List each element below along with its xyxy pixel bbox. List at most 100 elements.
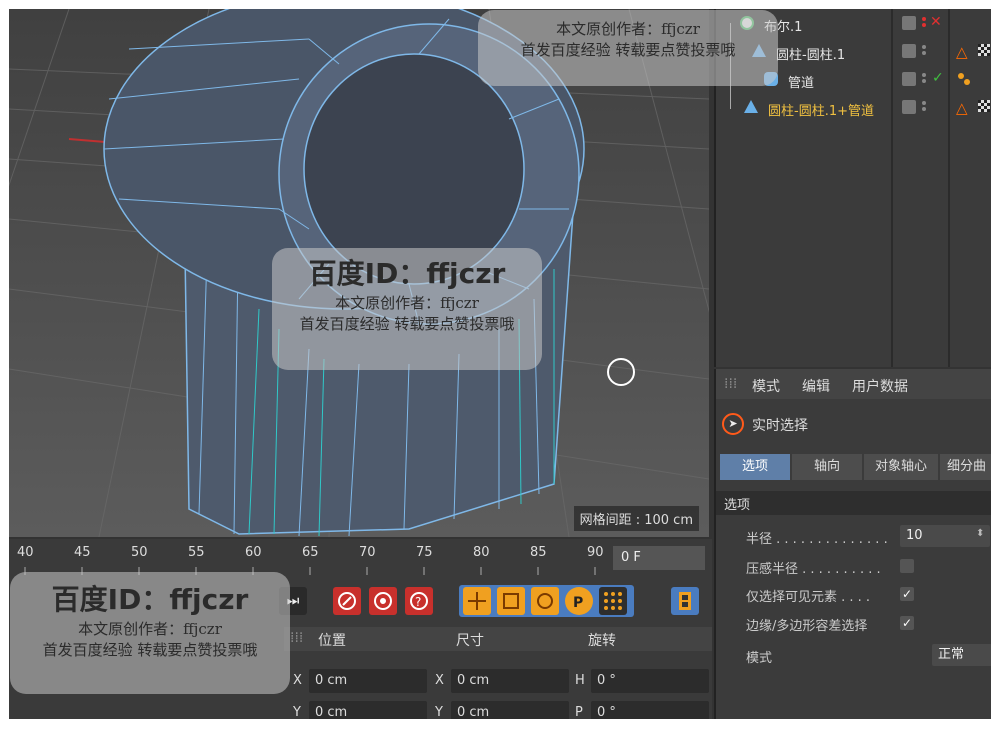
header-rotation: 旋转	[588, 633, 616, 649]
pressure-radius-label: 压感半径 . . . . . . . . . .	[746, 562, 881, 577]
visible-only-label: 仅选择可见元素 . . . .	[746, 590, 871, 605]
attribute-manager: ⁞⁞⁞ 模式 编辑 用户数据 ➤ 实时选择 选项 轴向 对象轴心 细分曲 选项 …	[714, 369, 991, 719]
watermark-id: 百度ID：ffjczr	[51, 583, 249, 616]
menu-user-data[interactable]: 用户数据	[852, 376, 908, 396]
header-position: 位置	[318, 633, 346, 649]
coordinate-row: Y 0 cm Y 0 cm P 0 °	[289, 701, 709, 719]
attribute-menu-bar: ⁞⁞⁞ 模式 编辑 用户数据	[716, 369, 991, 399]
timeline-tick: 40	[17, 545, 34, 560]
polygon-tolerance-checkbox[interactable]: ✓	[900, 616, 914, 630]
timeline-tick: 60	[245, 545, 262, 560]
watermark-slogan: 首发百度经验 转载要点赞投票哦	[299, 315, 515, 333]
watermark-author: 本文原创作者：ffjczr	[335, 294, 479, 312]
film-strip-icon[interactable]	[671, 587, 699, 615]
stepper-icon[interactable]: ⬍	[976, 528, 984, 539]
axis-label: X	[293, 673, 302, 688]
menu-edit[interactable]: 编辑	[802, 376, 830, 396]
visible-only-checkbox[interactable]: ✓	[900, 587, 914, 601]
watermark-id: 百度ID：ffjczr	[308, 257, 506, 290]
size-x-input[interactable]: 0 cm	[451, 669, 569, 693]
material-tag-icon[interactable]	[978, 100, 990, 112]
parameter-key-icon[interactable]: P	[565, 587, 593, 615]
selection-brush-cursor	[607, 358, 635, 386]
coordinate-headers: ⁞⁞⁞ 位置 尺寸 旋转	[284, 627, 712, 651]
radius-field: 半径 . . . . . . . . . . . . . . 10 ⬍	[746, 524, 991, 550]
current-frame-field[interactable]: 0 F	[613, 546, 705, 570]
visibility-dots[interactable]	[922, 15, 928, 31]
disabled-status-icon[interactable]: ✕	[930, 14, 942, 30]
attribute-tabs: 选项 轴向 对象轴心 细分曲	[720, 454, 991, 480]
section-title: 选项	[724, 498, 751, 513]
grid-spacing-label: 网格间距 : 100 cm	[573, 506, 699, 531]
timeline-tick: 50	[131, 545, 148, 560]
options-section-header: 选项	[716, 491, 991, 515]
watermark-author: 本文原创作者：ffjczr	[78, 620, 222, 638]
enabled-status-icon[interactable]: ✓	[932, 70, 944, 86]
position-key-icon[interactable]	[463, 587, 491, 615]
timeline-tick: 75	[416, 545, 433, 560]
axis-label: P	[575, 705, 583, 719]
position-x-input[interactable]: 0 cm	[309, 669, 427, 693]
rotation-h-input[interactable]: 0 °	[591, 669, 709, 693]
visibility-dots[interactable]	[922, 99, 928, 115]
axis-label: Y	[293, 705, 301, 719]
pla-key-icon[interactable]	[599, 587, 627, 615]
watermark-center: 百度ID：ffjczr 本文原创作者：ffjczr 首发百度经验 转载要点赞投票…	[272, 252, 542, 334]
svg-text:?: ?	[415, 595, 421, 609]
tab-object-axis[interactable]: 对象轴心	[864, 454, 938, 480]
tool-title-text: 实时选择	[752, 418, 808, 434]
layer-tag-icon	[902, 16, 916, 30]
pressure-radius-field: 压感半径 . . . . . . . . . .	[746, 554, 991, 580]
mode-field: 模式 正常	[746, 643, 991, 669]
visibility-dots[interactable]	[922, 71, 928, 87]
watermark-bottom-left: 百度ID：ffjczr 本文原创作者：ffjczr 首发百度经验 转载要点赞投票…	[10, 578, 290, 660]
timeline-tick: 90	[587, 545, 604, 560]
watermark-author: 本文原创作者：ffjczr	[556, 20, 700, 38]
timeline-tick: 45	[74, 545, 91, 560]
rotation-p-input[interactable]: 0 °	[591, 701, 709, 719]
grip-icon: ⁞⁞⁞	[290, 630, 304, 646]
watermark-top: 本文原创作者：ffjczr 首发百度经验 转载要点赞投票哦	[478, 18, 778, 60]
scale-key-icon[interactable]	[497, 587, 525, 615]
visibility-dots[interactable]	[922, 43, 928, 59]
grip-icon: ⁞⁞⁞	[724, 376, 738, 392]
polygon-object-icon	[744, 100, 758, 113]
size-y-input[interactable]: 0 cm	[451, 701, 569, 719]
position-y-input[interactable]: 0 cm	[309, 701, 427, 719]
visible-only-field: 仅选择可见元素 . . . . ✓	[746, 582, 991, 608]
material-tag-icon[interactable]	[978, 44, 990, 56]
layer-tag-icon	[902, 100, 916, 114]
tab-axis[interactable]: 轴向	[792, 454, 862, 480]
object-name: 圆柱-圆柱.1+管道	[768, 104, 874, 119]
keyframe-selection-button[interactable]: ?	[405, 587, 433, 615]
timeline-tick: 55	[188, 545, 205, 560]
pressure-radius-checkbox[interactable]	[900, 559, 914, 573]
phong-tag-icon[interactable]: △	[956, 43, 968, 61]
header-size: 尺寸	[456, 633, 484, 649]
timeline-tick: 85	[530, 545, 547, 560]
axis-label: H	[575, 673, 585, 688]
timeline-tick: 70	[359, 545, 376, 560]
timeline-tick: 80	[473, 545, 490, 560]
rotation-key-icon[interactable]	[531, 587, 559, 615]
auto-keyframe-button[interactable]	[369, 587, 397, 615]
timeline-tick: 65	[302, 545, 319, 560]
object-row-combined[interactable]: 圆柱-圆柱.1+管道 △	[716, 95, 991, 121]
object-name: 管道	[788, 76, 815, 91]
phong-tag-icon[interactable]: △	[956, 99, 968, 117]
object-name: 圆柱-圆柱.1	[776, 48, 846, 63]
tab-options[interactable]: 选项	[720, 454, 790, 480]
live-selection-icon: ➤	[722, 413, 744, 435]
record-keyframe-button[interactable]	[333, 587, 361, 615]
polygon-tolerance-field: 边缘/多边形容差选择 ✓	[746, 611, 991, 637]
watermark-slogan: 首发百度经验 转载要点赞投票哦	[42, 641, 258, 659]
tool-title: ➤ 实时选择	[722, 411, 991, 441]
mode-select[interactable]: 正常	[932, 644, 991, 666]
menu-mode[interactable]: 模式	[752, 376, 780, 396]
coordinate-row: X 0 cm X 0 cm H 0 °	[289, 669, 709, 695]
tab-subdivision[interactable]: 细分曲	[940, 454, 991, 480]
tube-tag-icon[interactable]	[958, 73, 970, 85]
radius-label: 半径 . . . . . . . . . . . . . .	[746, 532, 888, 547]
axis-label: X	[435, 673, 444, 688]
axis-label: Y	[435, 705, 443, 719]
